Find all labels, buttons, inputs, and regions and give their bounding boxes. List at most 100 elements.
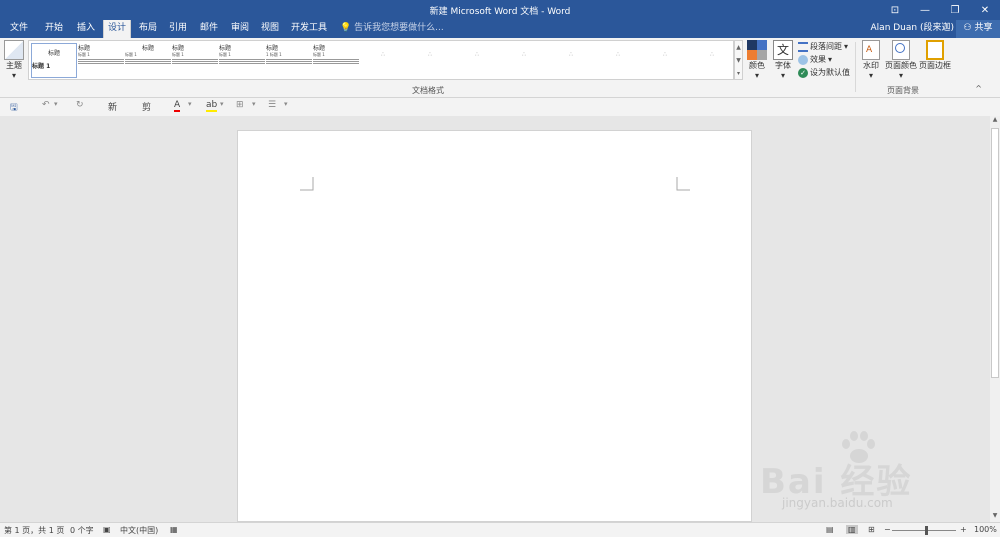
zoom-level[interactable]: 100% xyxy=(974,525,997,534)
lightbulb-icon: 💡 xyxy=(340,23,352,33)
loading-icon: ∴ xyxy=(428,51,432,58)
style-set-item[interactable]: 标题 标题 1 xyxy=(313,43,359,78)
proofing-icon[interactable]: ▣ xyxy=(103,525,111,534)
word-count[interactable]: 0 个字 xyxy=(70,525,94,536)
tab-developer[interactable]: 开发工具 xyxy=(288,20,330,38)
fonts-button[interactable]: 文 字体 ▾ xyxy=(772,40,794,80)
style-set-item[interactable]: 标题 标题 1 xyxy=(31,43,77,78)
style-set-item-loading[interactable]: ∴ xyxy=(454,43,500,78)
user-account[interactable]: Alan Duan (段来迦) xyxy=(871,20,954,38)
loading-icon: ∴ xyxy=(381,51,385,58)
highlight-icon[interactable]: ab xyxy=(206,100,218,112)
zoom-slider-track[interactable] xyxy=(892,530,956,531)
ribbon-design: 主题 ▾ 标题 标题 1 标题 标题 1 标题 标题 1 标题 标题 1 标题 … xyxy=(0,38,1000,98)
minimize-button[interactable]: — xyxy=(910,0,940,20)
tab-references[interactable]: 引用 xyxy=(164,20,192,38)
style-title: 标题 xyxy=(141,45,154,52)
colors-button[interactable]: 颜色 ▾ xyxy=(746,40,768,80)
page-color-label: 页面颜色 xyxy=(885,61,917,70)
effects-icon xyxy=(798,54,808,65)
tab-review[interactable]: 审阅 xyxy=(226,20,254,38)
share-button[interactable]: ⚇ 共享 xyxy=(956,20,1000,38)
tab-design[interactable]: 设计 xyxy=(103,20,131,38)
chevron-down-icon[interactable]: ▾ xyxy=(220,100,224,108)
chevron-down-icon: ▾ xyxy=(844,42,849,51)
tab-insert[interactable]: 插入 xyxy=(72,20,100,38)
style-heading: 1 标题 1 xyxy=(266,52,282,57)
themes-icon xyxy=(4,40,24,60)
style-set-item-loading[interactable]: ∴ xyxy=(642,43,688,78)
style-set-item[interactable]: 标题 标题 1 xyxy=(125,43,171,78)
tab-file[interactable]: 文件 xyxy=(6,20,32,38)
style-set-item-loading[interactable]: ∴ xyxy=(595,43,641,78)
style-set-item[interactable]: 标题 标题 1 xyxy=(78,43,124,78)
web-layout-icon[interactable]: ⊞ xyxy=(868,525,875,534)
macro-icon[interactable]: ▦ xyxy=(170,525,178,534)
gallery-up-icon[interactable]: ▲ xyxy=(735,41,742,54)
tab-home[interactable]: 开始 xyxy=(40,20,68,38)
ribbon-display-options-button[interactable]: ⊡ xyxy=(880,0,910,20)
language-indicator[interactable]: 中文(中国) xyxy=(120,525,158,536)
zoom-out-icon[interactable]: − xyxy=(884,525,891,534)
restore-button[interactable]: ❐ xyxy=(940,0,970,20)
page-borders-button[interactable]: 页面边框 xyxy=(918,40,952,71)
effects-button[interactable]: 效果 ▾ xyxy=(798,53,850,66)
zoom-in-icon[interactable]: + xyxy=(960,525,967,534)
page-borders-icon xyxy=(926,40,944,60)
watermark-button[interactable]: A 水印 ▾ xyxy=(860,40,882,80)
page-count[interactable]: 第 1 页，共 1 页 xyxy=(4,525,64,536)
chevron-down-icon: ▾ xyxy=(898,71,903,80)
read-mode-icon[interactable]: ▤ xyxy=(826,525,834,534)
fonts-label: 字体 xyxy=(775,61,791,70)
new-document-icon[interactable]: 新 xyxy=(108,100,117,113)
chevron-down-icon[interactable]: ▾ xyxy=(252,100,256,108)
redo-icon[interactable]: ↻ xyxy=(76,100,84,110)
window-title: 新建 Microsoft Word 文档 - Word xyxy=(429,7,571,17)
themes-button[interactable]: 主题 ▾ xyxy=(2,40,26,82)
tab-mailings[interactable]: 邮件 xyxy=(195,20,223,38)
style-set-item[interactable]: 标题 标题 1 xyxy=(172,43,218,78)
close-button[interactable]: ✕ xyxy=(970,0,1000,20)
style-set-item-loading[interactable]: ∴ xyxy=(360,43,406,78)
style-set-item-loading[interactable]: ∴ xyxy=(407,43,453,78)
font-color-icon[interactable]: A xyxy=(174,100,181,112)
style-set-item-loading[interactable]: ∴ xyxy=(689,43,735,78)
document-page[interactable] xyxy=(237,130,752,522)
themes-label: 主题 xyxy=(6,61,22,70)
style-set-item[interactable]: 标题 1 标题 1 xyxy=(266,43,312,78)
scroll-up-icon[interactable]: ▲ xyxy=(990,116,1000,126)
loading-icon: ∴ xyxy=(710,51,714,58)
page-color-button[interactable]: 页面颜色 ▾ xyxy=(884,40,918,80)
chevron-down-icon[interactable]: ▾ xyxy=(284,100,288,108)
effects-label: 效果 xyxy=(810,55,826,64)
scroll-down-icon[interactable]: ▼ xyxy=(990,512,1000,522)
tell-me-box[interactable]: 💡 告诉我您想要做什么... xyxy=(340,20,444,38)
undo-icon[interactable]: ↶ xyxy=(42,100,50,110)
page-color-icon xyxy=(892,40,910,60)
gallery-more-icon[interactable]: ▾ xyxy=(735,67,742,80)
loading-icon: ∴ xyxy=(616,51,620,58)
scroll-thumb[interactable] xyxy=(991,128,999,378)
borders-icon[interactable]: ⊞ xyxy=(236,100,244,110)
tab-view[interactable]: 视图 xyxy=(256,20,284,38)
bullets-icon[interactable]: ☰ xyxy=(268,100,276,110)
collapse-ribbon-icon[interactable]: ^ xyxy=(975,84,982,93)
style-title: 标题 xyxy=(219,45,232,52)
style-heading: 标题 1 xyxy=(78,52,90,57)
vertical-scrollbar[interactable]: ▲ ▼ xyxy=(990,116,1000,522)
print-layout-icon[interactable]: ▥ xyxy=(846,525,858,534)
style-set-item-loading[interactable]: ∴ xyxy=(501,43,547,78)
chevron-down-icon[interactable]: ▾ xyxy=(188,100,192,108)
tab-layout[interactable]: 布局 xyxy=(134,20,162,38)
style-set-item-loading[interactable]: ∴ xyxy=(548,43,594,78)
style-set-item[interactable]: 标题 标题 1 xyxy=(219,43,265,78)
set-as-default-button[interactable]: ✓ 设为默认值 xyxy=(798,66,850,79)
gallery-down-icon[interactable]: ▼ xyxy=(735,54,742,67)
zoom-slider-thumb[interactable] xyxy=(925,526,928,535)
paragraph-spacing-button[interactable]: 段落间距 ▾ xyxy=(798,40,850,53)
cut-icon[interactable]: 剪 xyxy=(142,100,151,113)
chevron-down-icon[interactable]: ▾ xyxy=(54,100,58,108)
loading-icon: ∴ xyxy=(522,51,526,58)
save-icon[interactable]: 🖫 xyxy=(10,100,18,116)
loading-icon: ∴ xyxy=(475,51,479,58)
